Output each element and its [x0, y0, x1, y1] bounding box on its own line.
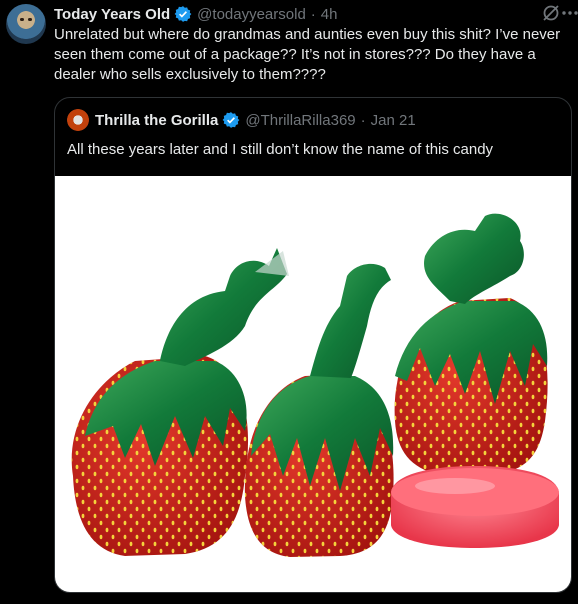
quoted-handle[interactable]: @ThrillaRilla369 [245, 112, 355, 129]
author-handle[interactable]: @todayyearsold [197, 6, 306, 23]
grok-icon[interactable] [540, 2, 562, 24]
timestamp[interactable]: 4h [321, 6, 338, 23]
verified-badge-icon [174, 5, 192, 23]
quoted-verified-badge-icon [222, 111, 240, 129]
tweet-text: Unrelated but where do grandmas and aunt… [54, 26, 561, 83]
quoted-tweet[interactable]: Thrilla the Gorilla @ThrillaRilla369 · J… [54, 97, 572, 593]
quoted-date[interactable]: Jan 21 [371, 112, 416, 129]
quoted-avatar[interactable] [67, 109, 89, 131]
separator-dot: · [310, 5, 316, 23]
quoted-text: All these years later and I still don’t … [67, 141, 494, 158]
quoted-author-name[interactable]: Thrilla the Gorilla [95, 112, 218, 129]
quoted-separator-dot: · [360, 111, 366, 129]
quoted-header: Thrilla the Gorilla @ThrillaRilla369 · J… [67, 109, 416, 131]
tweet-header: Today Years Old @todayyearsold · 4h [54, 4, 568, 24]
avatar[interactable] [6, 4, 46, 44]
author-name[interactable]: Today Years Old [54, 6, 170, 23]
candy-photo[interactable] [55, 176, 571, 592]
more-icon[interactable] [560, 6, 578, 20]
